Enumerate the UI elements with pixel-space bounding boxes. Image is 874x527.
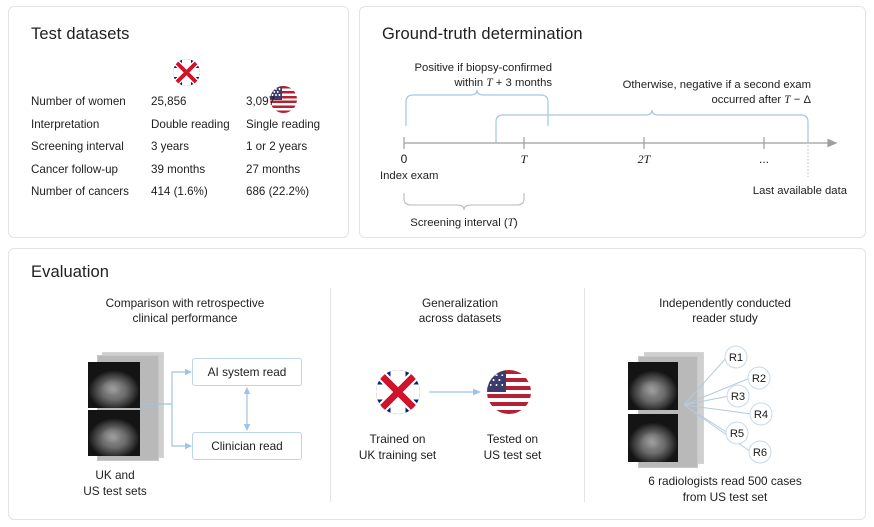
row-uk-value: 25,856 bbox=[151, 95, 246, 118]
brace-negative-window bbox=[496, 110, 808, 143]
mammogram-image-top bbox=[88, 362, 140, 408]
tick-label-T: T bbox=[521, 152, 529, 166]
mammogram-image-bottom bbox=[628, 414, 678, 462]
ground-truth-panel: Ground-truth determination Positive if b… bbox=[359, 6, 866, 238]
table-row: Screening interval 3 years 1 or 2 years bbox=[31, 140, 337, 163]
brace-positive-window bbox=[406, 90, 548, 126]
evaluation-section-3-title: Independently conducted reader study bbox=[600, 296, 850, 326]
evaluation-section-2-caption-left: Trained on UK training set bbox=[345, 432, 450, 463]
brace-screening-interval bbox=[404, 193, 524, 210]
screening-interval-label: Screening interval (T) bbox=[410, 217, 518, 229]
row-label: Interpretation bbox=[31, 118, 151, 141]
row-us-value: 27 months bbox=[246, 163, 337, 186]
ground-truth-timeline: Positive if biopsy-confirmed within T + … bbox=[360, 7, 867, 239]
panel-title-test-datasets: Test datasets bbox=[31, 25, 130, 44]
tick-label-2T: 2T bbox=[638, 152, 652, 166]
ai-system-read-box[interactable]: AI system read bbox=[192, 358, 302, 386]
evaluation-section-1-title: Comparison with retrospective clinical p… bbox=[60, 296, 310, 326]
evaluation-section-2-title: Generalization across datasets bbox=[350, 296, 570, 326]
positive-annotation-line2: within T + 3 months bbox=[453, 77, 552, 89]
uk-flag-icon-generalization bbox=[376, 370, 420, 414]
tick-label-ellipsis: ... bbox=[759, 152, 769, 166]
mammogram-stack-reader-study bbox=[628, 352, 704, 470]
datasets-table: Number of women 25,856 3,097 Interpretat… bbox=[31, 95, 337, 208]
row-us-value: 3,097 bbox=[246, 95, 337, 118]
evaluation-section-2-caption-right: Tested on US test set bbox=[460, 432, 565, 463]
table-row: Interpretation Double reading Single rea… bbox=[31, 118, 337, 141]
clinician-read-box[interactable]: Clinician read bbox=[192, 432, 302, 460]
index-exam-label: Index exam bbox=[380, 170, 438, 182]
evaluation-divider-2 bbox=[584, 288, 585, 502]
mammogram-image-bottom bbox=[88, 410, 140, 456]
row-uk-value: 414 (1.6%) bbox=[151, 185, 246, 208]
row-uk-value: Double reading bbox=[151, 118, 246, 141]
axis-arrow-head bbox=[828, 140, 836, 147]
row-us-value: 1 or 2 years bbox=[246, 140, 337, 163]
row-label: Screening interval bbox=[31, 140, 151, 163]
row-us-value: 686 (22.2%) bbox=[246, 185, 337, 208]
row-uk-value: 3 years bbox=[151, 140, 246, 163]
test-datasets-panel: Test datasets Number of women 25,856 3,0… bbox=[8, 6, 349, 238]
row-us-value: Single reading bbox=[246, 118, 337, 141]
evaluation-divider-1 bbox=[330, 288, 331, 502]
row-label: Cancer follow-up bbox=[31, 163, 151, 186]
mammogram-stack-comparison bbox=[88, 352, 164, 462]
panel-title-evaluation: Evaluation bbox=[31, 263, 109, 282]
negative-annotation-line2: occurred after T − Δ bbox=[711, 94, 811, 106]
row-label: Number of cancers bbox=[31, 185, 151, 208]
evaluation-section-1-caption: UK and US test sets bbox=[40, 468, 190, 499]
table-row: Cancer follow-up 39 months 27 months bbox=[31, 163, 337, 186]
us-flag-icon-generalization bbox=[487, 370, 531, 414]
uk-flag-icon bbox=[173, 59, 200, 86]
tick-label-0: 0 bbox=[401, 152, 408, 166]
table-row: Number of women 25,856 3,097 bbox=[31, 95, 337, 118]
table-row: Number of cancers 414 (1.6%) 686 (22.2%) bbox=[31, 185, 337, 208]
row-label: Number of women bbox=[31, 95, 151, 118]
row-uk-value: 39 months bbox=[151, 163, 246, 186]
negative-annotation-line1: Otherwise, negative if a second exam bbox=[623, 79, 811, 91]
evaluation-section-3-caption: 6 radiologists read 500 cases from US te… bbox=[600, 474, 850, 505]
positive-annotation-line1: Positive if biopsy-confirmed bbox=[415, 62, 553, 74]
last-available-data-label: Last available data bbox=[753, 185, 848, 197]
mammogram-image-top bbox=[628, 362, 678, 410]
